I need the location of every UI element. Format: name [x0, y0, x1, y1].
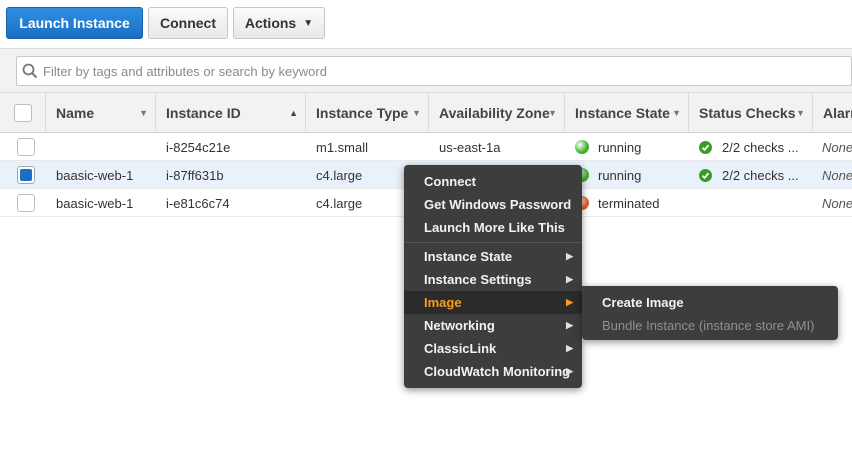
toolbar: Launch Instance Connect Actions ▼: [0, 0, 852, 48]
chevron-right-icon: ▶: [566, 343, 573, 353]
cell-availability-zone: us-east-1a: [439, 139, 501, 155]
column-label: Instance ID: [166, 105, 241, 121]
table-row[interactable]: i-8254c21e m1.small us-east-1a running 2/2 c…: [0, 133, 852, 161]
submenu-item-bundle-instance: Bundle Instance (instance store AMI): [582, 314, 838, 337]
menu-item-classiclink[interactable]: ClassicLink ▶: [404, 337, 582, 360]
search-input[interactable]: Filter by tags and attributes or search …: [16, 56, 852, 86]
row-select-cell: [17, 133, 37, 161]
cell-alarm-status: None: [822, 195, 852, 211]
column-label: Name: [56, 105, 95, 121]
state-label: terminated: [598, 195, 660, 211]
cell-name: [56, 133, 156, 161]
sort-icon: ▼: [796, 108, 805, 118]
column-label: Instance State: [575, 105, 670, 121]
menu-item-networking[interactable]: Networking ▶: [404, 314, 582, 337]
sort-icon: ▼: [139, 108, 148, 118]
actions-button[interactable]: Actions ▼: [233, 7, 325, 39]
cell-alarm-status: None: [822, 139, 852, 155]
select-all-checkbox[interactable]: [13, 104, 32, 122]
row-checkbox[interactable]: [17, 194, 35, 212]
menu-item-label: Create Image: [602, 295, 684, 310]
menu-item-label: Launch More Like This: [424, 220, 565, 235]
sort-ascending-icon: ▲: [289, 108, 298, 118]
chevron-right-icon: ▶: [566, 274, 573, 284]
column-label: Instance Type: [316, 105, 409, 121]
status-checks-label: 2/2 checks ...: [722, 167, 799, 183]
sort-icon: ▼: [672, 108, 681, 118]
menu-item-label: CloudWatch Monitoring: [424, 364, 571, 379]
chevron-right-icon: ▶: [566, 251, 573, 261]
search-placeholder: Filter by tags and attributes or search …: [43, 63, 327, 79]
column-label: Alarm: [823, 105, 852, 121]
launch-instance-button[interactable]: Launch Instance: [6, 7, 143, 39]
menu-item-label: Instance State: [424, 249, 513, 264]
chevron-right-icon: ▶: [566, 366, 573, 376]
menu-item-instance-settings[interactable]: Instance Settings ▶: [404, 268, 582, 291]
column-header-name[interactable]: Name ▼: [46, 93, 156, 133]
column-header-instance-type[interactable]: Instance Type ▼: [306, 93, 429, 133]
cell-alarm-status: None: [822, 167, 852, 183]
menu-divider: [404, 242, 582, 243]
checkbox-mark: [20, 169, 32, 181]
table-header: Name ▼ Instance ID ▲ Instance Type ▼ Ava…: [0, 92, 852, 133]
sort-icon: ▼: [548, 108, 557, 118]
menu-item-launch-more-like-this[interactable]: Launch More Like This: [404, 216, 582, 239]
menu-item-label: Bundle Instance (instance store AMI): [602, 318, 815, 333]
cell-instance-type: m1.small: [316, 139, 369, 155]
cell-instance-id: i-87ff631b: [166, 167, 224, 183]
column-header-alarm[interactable]: Alarm: [813, 93, 852, 133]
select-all-cell: [0, 93, 46, 133]
menu-item-connect[interactable]: Connect: [404, 170, 582, 193]
menu-item-label: Instance Settings: [424, 272, 532, 287]
check-circle-icon: [699, 140, 712, 154]
cell-instance-id: i-8254c21e: [166, 139, 231, 155]
status-checks-label: 2/2 checks ...: [722, 139, 799, 155]
cell-status-checks[interactable]: 2/2 checks ...: [699, 161, 809, 189]
row-checkbox[interactable]: [17, 166, 35, 184]
menu-item-get-windows-password[interactable]: Get Windows Password: [404, 193, 582, 216]
menu-item-label: Connect: [424, 174, 476, 189]
cell-name: baasic-web-1: [56, 195, 134, 211]
chevron-right-icon: ▶: [566, 297, 573, 307]
context-menu: Connect Get Windows Password Launch More…: [404, 165, 582, 388]
sort-icon: ▼: [412, 108, 421, 118]
state-label: running: [598, 167, 642, 183]
menu-item-label: Image: [424, 295, 462, 310]
submenu-item-create-image[interactable]: Create Image: [582, 291, 838, 314]
state-indicator-icon: [575, 140, 589, 154]
menu-item-label: Networking: [424, 318, 495, 333]
column-header-status-checks[interactable]: Status Checks ▼: [689, 93, 813, 133]
menu-item-label: ClassicLink: [424, 341, 497, 356]
cell-instance-state: running: [575, 161, 689, 189]
cell-instance-id: i-e81c6c74: [166, 195, 230, 211]
state-label: running: [598, 139, 642, 155]
column-label: Status Checks: [699, 105, 796, 121]
cell-instance-state: running: [575, 133, 689, 161]
filter-bar: Filter by tags and attributes or search …: [0, 48, 852, 92]
menu-item-label: Get Windows Password: [424, 197, 572, 212]
menu-item-instance-state[interactable]: Instance State ▶: [404, 245, 582, 268]
search-icon: [17, 57, 43, 85]
column-header-instance-state[interactable]: Instance State ▼: [565, 93, 689, 133]
menu-item-cloudwatch-monitoring[interactable]: CloudWatch Monitoring ▶: [404, 360, 582, 383]
connect-button[interactable]: Connect: [148, 7, 228, 39]
row-select-cell: [17, 161, 37, 189]
column-header-instance-id[interactable]: Instance ID ▲: [156, 93, 306, 133]
image-submenu: Create Image Bundle Instance (instance s…: [582, 286, 838, 340]
chevron-right-icon: ▶: [566, 320, 573, 330]
cell-instance-state: terminated: [575, 189, 689, 217]
row-select-cell: [17, 189, 37, 217]
cell-name: baasic-web-1: [56, 167, 134, 183]
menu-item-image[interactable]: Image ▶: [404, 291, 582, 314]
actions-label: Actions: [244, 15, 297, 31]
column-header-availability-zone[interactable]: Availability Zone ▼: [429, 93, 565, 133]
check-circle-icon: [699, 168, 712, 182]
cell-status-checks[interactable]: 2/2 checks ...: [699, 133, 809, 161]
chevron-down-icon: ▼: [303, 17, 314, 29]
row-checkbox[interactable]: [17, 138, 35, 156]
column-label: Availability Zone: [439, 105, 550, 121]
